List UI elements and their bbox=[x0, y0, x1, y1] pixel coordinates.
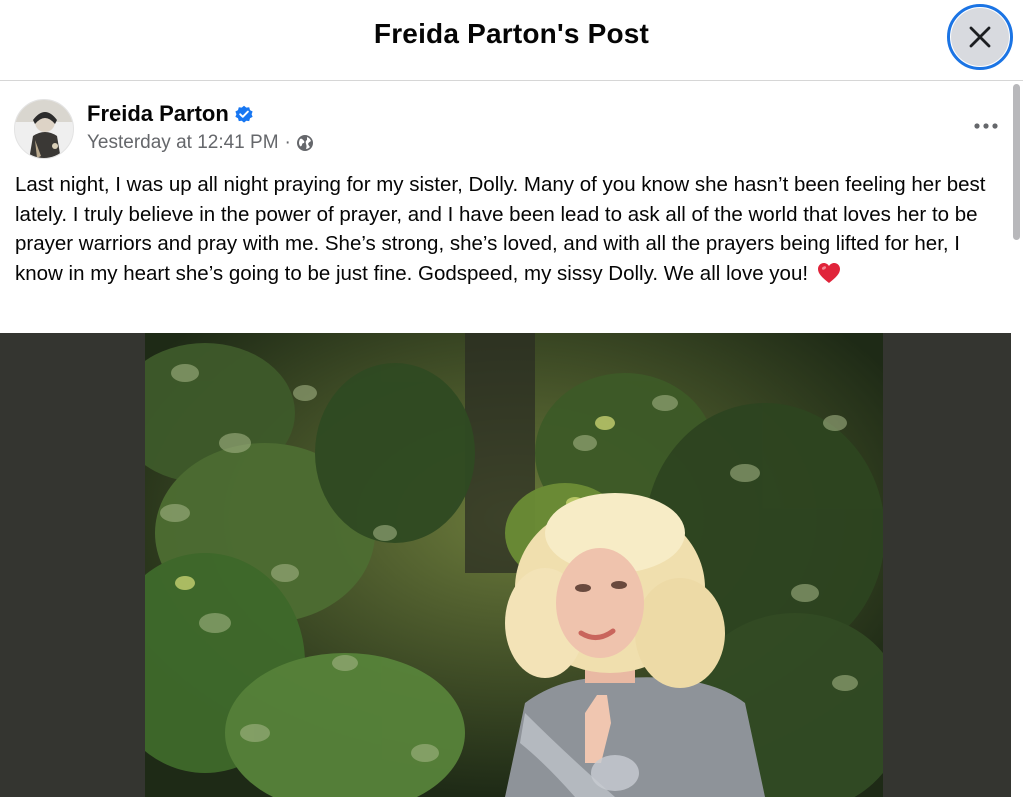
post-photo-area[interactable] bbox=[0, 333, 1011, 797]
meta-separator: · bbox=[284, 132, 291, 153]
author-name[interactable]: Freida Parton bbox=[87, 101, 229, 127]
post-meta: Yesterday at 12:41 PM · bbox=[87, 132, 314, 154]
verified-badge-icon bbox=[235, 105, 253, 123]
heart-icon bbox=[817, 262, 840, 283]
close-button[interactable] bbox=[947, 4, 1013, 70]
post-photo[interactable] bbox=[145, 333, 883, 797]
globe-icon bbox=[296, 135, 313, 151]
author-avatar[interactable] bbox=[14, 99, 74, 159]
close-icon bbox=[951, 8, 1009, 66]
dialog-title: Freida Parton's Post bbox=[373, 18, 650, 49]
post-body: Last night, I was up all night praying f… bbox=[15, 170, 1013, 288]
more-options-icon bbox=[974, 123, 998, 129]
post-timestamp[interactable]: Yesterday at 12:41 PM bbox=[87, 132, 279, 154]
more-options-button[interactable] bbox=[964, 112, 1008, 140]
post-dialog-header: Freida Parton's Post bbox=[0, 0, 1023, 81]
scrollbar-thumb[interactable] bbox=[1013, 84, 1020, 240]
